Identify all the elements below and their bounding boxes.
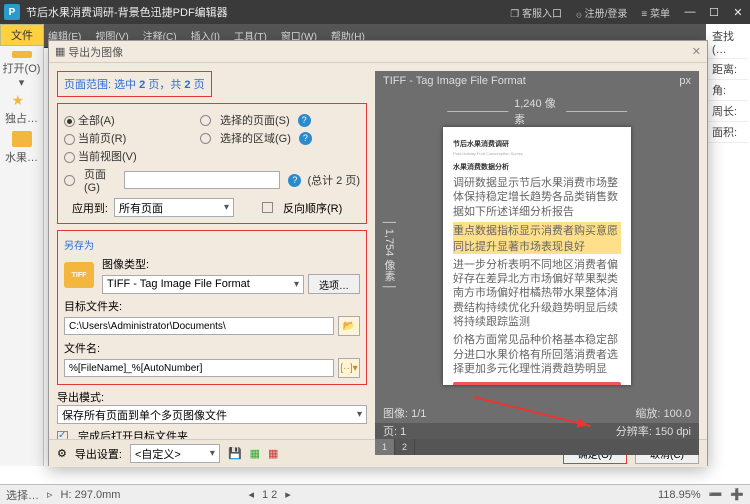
open-button[interactable]: 打开(O)▾ xyxy=(2,51,42,89)
dialog-icon: ▦ xyxy=(55,45,65,58)
zoom-out-icon[interactable]: ➖ xyxy=(709,488,723,501)
page-range-summary: 页面范围: 选中 2 页，共 2 页 xyxy=(57,71,212,97)
image-type-select[interactable]: TIFF - Tag Image File Format xyxy=(102,275,304,294)
angle-label: 角: xyxy=(708,80,748,101)
preview-pane: TIFF - Tag Image File Format px 1,240 像素… xyxy=(375,71,699,439)
options-button[interactable]: 选项… xyxy=(308,274,360,294)
total-pages: (总计 2 页) xyxy=(307,172,360,188)
filename-label: 文件名: xyxy=(64,343,100,355)
page-input[interactable] xyxy=(124,171,280,189)
open-after-label: 完成后打开目标文件夹 xyxy=(78,428,188,439)
apply-label: 应用到: xyxy=(64,200,108,216)
apply-select[interactable]: 所有页面 xyxy=(114,198,234,217)
preview-unit: px xyxy=(679,75,691,87)
radio-all[interactable] xyxy=(64,116,75,127)
page-range-options: 全部(A) 选择的页面(S)? 当前页(R) 选择的区域(G)? 当前视图(V)… xyxy=(57,103,367,224)
hamburger-menu[interactable]: ≡ 菜单 xyxy=(641,5,670,20)
folder-label: 目标文件夹: xyxy=(64,301,122,313)
delete-preset-icon[interactable]: ▦ xyxy=(268,447,278,460)
window-titlebar: P 节后水果消费调研-背景色迅捷PDF编辑器 ❐ 客服入口 ۞ 注册/登录 ≡ … xyxy=(0,0,750,24)
perimeter-label: 周长: xyxy=(708,101,748,122)
help-icon[interactable]: ? xyxy=(298,114,311,127)
preview-tabs[interactable]: 1 2 xyxy=(375,439,699,455)
export-preset-select[interactable]: <自定义> xyxy=(130,444,220,463)
tab-1[interactable]: 1 xyxy=(375,439,395,455)
radio-region[interactable] xyxy=(200,133,211,144)
reverse-checkbox[interactable] xyxy=(262,202,273,213)
favorite-button[interactable]: ★独占… xyxy=(2,90,42,128)
doc-tab[interactable]: 水果… xyxy=(2,129,42,167)
type-label: 图像类型: xyxy=(102,259,149,271)
minimize-icon[interactable]: — xyxy=(682,6,698,19)
mode-label: 导出模式: xyxy=(57,389,104,405)
dialog-close-icon[interactable]: ✕ xyxy=(692,45,701,58)
file-menu-button[interactable]: 文件 xyxy=(0,24,44,46)
height-indicator: H: 297.0mm xyxy=(61,489,121,501)
help-icon-3[interactable]: ? xyxy=(288,174,301,187)
add-preset-icon[interactable]: ▦ xyxy=(250,447,260,460)
radio-current[interactable] xyxy=(64,134,75,145)
find-label[interactable]: 查找(… xyxy=(708,26,748,59)
preview-chart: 全真模拟水果店际涨幅 48.9%同比涨 40.6%销售量 3.1K xyxy=(453,382,621,385)
save-legend: 另存为 xyxy=(64,237,360,252)
open-after-checkbox[interactable] xyxy=(57,431,68,440)
radio-selected-pages[interactable] xyxy=(200,115,211,126)
dialog-title: 导出为图像 xyxy=(68,44,123,60)
browse-folder-icon[interactable]: 📂 xyxy=(338,316,360,336)
support-link[interactable]: ❐ 客服入口 xyxy=(510,5,562,20)
area-label: 面积: xyxy=(708,122,748,143)
export-image-dialog: ▦ 导出为图像 ✕ 页面范围: 选中 2 页，共 2 页 全部(A) 选择的页面… xyxy=(48,40,708,466)
export-settings-label: 导出设置: xyxy=(75,446,122,462)
zoom-in-icon[interactable]: ➕ xyxy=(730,488,744,501)
radio-view[interactable] xyxy=(64,152,75,163)
help-icon-2[interactable]: ? xyxy=(299,132,312,145)
radio-page[interactable] xyxy=(64,175,75,186)
preview-page-index: 页: 1 xyxy=(383,423,406,439)
tab-2[interactable]: 2 xyxy=(395,439,415,455)
window-title: 节后水果消费调研-背景色迅捷PDF编辑器 xyxy=(26,4,510,20)
left-sidebar: 打开(O)▾ ★独占… 水果… xyxy=(0,46,44,466)
preview-zoom: 缩放: 100.0 xyxy=(635,405,691,421)
filename-macro-icon[interactable]: [··]▾ xyxy=(338,358,360,378)
save-preset-icon[interactable]: 💾 xyxy=(228,447,242,460)
distance-label: 距离: xyxy=(708,59,748,80)
zoom-indicator: 118.95% xyxy=(658,489,701,501)
preview-resolution: 分辨率: 150 dpi xyxy=(616,423,691,439)
preview-page: 节后水果消费调研 Post-Holiday Fruit Consumption … xyxy=(443,127,631,385)
tiff-icon: TIFF xyxy=(64,262,94,288)
save-as-group: 另存为 TIFF 图像类型: TIFF - Tag Image File For… xyxy=(57,230,367,385)
login-link[interactable]: ۞ 注册/登录 xyxy=(576,5,627,20)
status-bar: 选择… ▹ H: 297.0mm ◂1 2▸ 118.95% ➖ ➕ xyxy=(0,484,750,504)
tool-indicator: 选择… xyxy=(6,487,39,503)
app-icon: P xyxy=(4,4,20,20)
preview-format: TIFF - Tag Image File Format xyxy=(383,75,526,87)
gear-icon[interactable]: ⚙ xyxy=(57,447,67,460)
preview-image-index: 图像: 1/1 xyxy=(383,405,426,421)
maximize-icon[interactable]: ☐ xyxy=(706,6,722,19)
folder-input[interactable] xyxy=(64,317,334,335)
close-icon[interactable]: ✕ xyxy=(730,6,746,19)
filename-input[interactable] xyxy=(64,359,334,377)
export-mode-select[interactable]: 保存所有页面到单个多页图像文件 xyxy=(57,405,367,424)
right-panel: 查找(… 距离: 角: 周长: 面积: xyxy=(706,24,750,64)
